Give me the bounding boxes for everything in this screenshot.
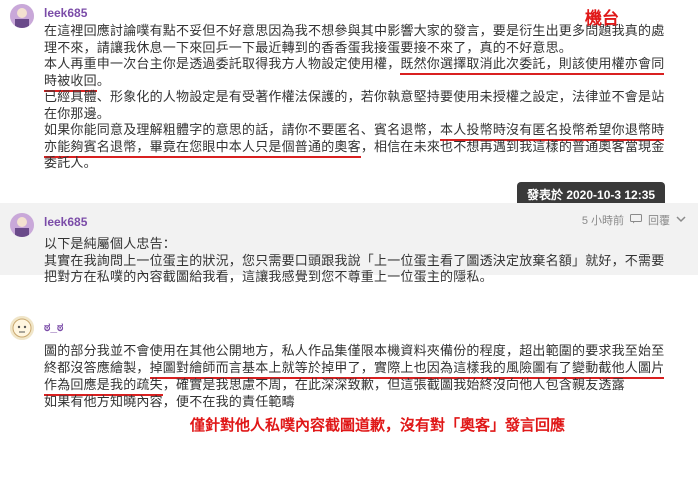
- paragraph: 圖的部分我並不會使用在其他公開地方，私人作品集僅限本機資料夾備份的程度，超出範圍…: [44, 343, 674, 396]
- avatar-image-icon: [10, 316, 34, 340]
- avatar[interactable]: [10, 316, 34, 340]
- paragraph: 其實在我詢問上一位蛋主的狀況，您只需要口頭跟我說「上一位蛋主看了圖透決定放棄名額…: [44, 253, 665, 286]
- response-body: 在這裡回應討論噗有點不妥但不好意思因為我不想參與其中影響大家的發言，要是衍生出更…: [44, 24, 674, 173]
- reply-icon[interactable]: [630, 213, 642, 227]
- response-body: 以下是純屬個人忠告： 其實在我詢問上一位蛋主的狀況，您只需要口頭跟我說「上一位蛋…: [44, 237, 674, 287]
- annotation-machine: 機台: [585, 9, 619, 29]
- avatar[interactable]: [10, 213, 34, 237]
- paragraph: 如果你能同意及理解粗體字的意思的話，請你不要匿名、賓名退幣，本人投幣時沒有匿名投…: [44, 123, 665, 171]
- relative-time[interactable]: 5 小時前: [582, 212, 624, 228]
- response-meta: 5 小時前 回覆: [582, 212, 686, 228]
- avatar-image-icon: [10, 4, 34, 28]
- username[interactable]: ಠ_ಠ: [44, 320, 63, 335]
- response-body: 圖的部分我並不會使用在其他公開地方，私人作品集僅限本機資料夾備份的程度，超出範圍…: [44, 343, 674, 411]
- username[interactable]: leek685: [44, 215, 87, 229]
- paragraph: 本人再重申一次台主你是透過委託取得我方人物設定使用權，既然你選擇取消此次委託，則…: [44, 57, 674, 92]
- avatar[interactable]: [10, 4, 34, 28]
- paragraph: 已經具體、形象化的人物設定是有受著作權法保護的，若你執意堅持要使用未授權之設定，…: [44, 90, 665, 122]
- reply-button[interactable]: 回覆: [648, 212, 670, 228]
- username[interactable]: leek685: [44, 6, 87, 20]
- paragraph: 在這裡回應討論噗有點不妥但不好意思因為我不想參與其中影響大家的發言，要是衍生出更…: [44, 24, 665, 56]
- avatar-image-icon: [10, 213, 34, 237]
- annotation-apology: 僅針對他人私噗內容截圖道歉，沒有對「奧客」發言回應: [190, 416, 566, 434]
- paragraph: 以下是純屬個人忠告：: [44, 237, 177, 252]
- plurk-response-1: leek685 在這裡回應討論噗有點不妥但不好意思因為我不想參與其中影響大家的發…: [0, 0, 698, 203]
- chevron-down-icon[interactable]: [676, 214, 686, 226]
- plurk-response-3: ಠ_ಠ 圖的部分我並不會使用在其他公開地方，私人作品集僅限本機資料夾備份的程度，…: [0, 310, 698, 483]
- paragraph: 如果有他方知曉內容，便不在我的責任範疇: [44, 395, 295, 410]
